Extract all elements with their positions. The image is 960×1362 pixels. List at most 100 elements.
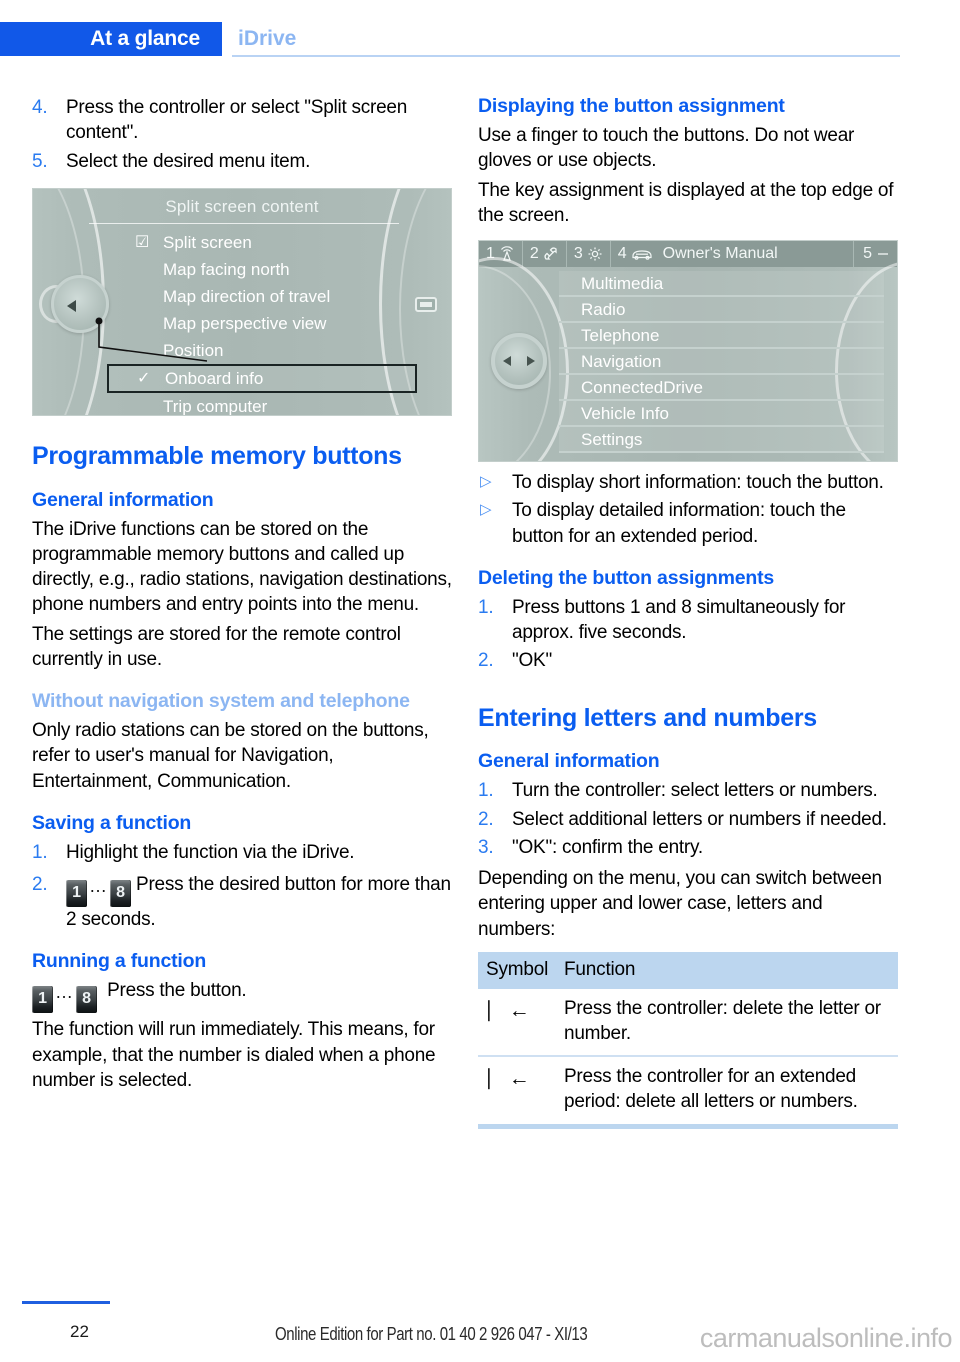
list-item: 4. Press the controller or select "Split… [32,95,452,146]
page-title: Programmable memory buttons [32,441,402,470]
section-title-entering: Entering letters and numbers [478,703,817,732]
list-item: 1. Turn the controller: select letters o… [478,778,898,803]
paragraph: Only radio stations can be stored on the… [32,720,429,792]
check-icon: ✓ [137,369,151,387]
step-number: 2. [32,874,48,896]
footer-edition-text: Online Edition for Part no. 01 40 2 926 … [275,1323,588,1345]
heading-without-navigation: Without navigation system and telephone [32,690,410,713]
ellipsis: … [55,982,74,1003]
key-assignment-4[interactable]: 4 Owner's Manual [611,241,855,268]
paragraph: The settings are stored for the remote c… [32,623,401,670]
list-item[interactable]: Map direction of travel [133,283,433,310]
list-item[interactable]: ConnectedDrive [559,375,884,402]
deleting-steps-list: 1. Press buttons 1 and 8 simultaneously … [478,595,898,674]
paragraph: The iDrive functions can be stored on th… [32,518,452,616]
column-header-symbol: Symbol [478,952,556,989]
list-item[interactable]: Vehicle Info [559,401,884,428]
manual-page: At a glance iDrive 4. Press the controll… [0,0,960,1362]
heading-displaying-button-assignment: Displaying the button assignment [478,95,785,117]
left-column: 4. Press the controller or select "Split… [32,95,452,1097]
step-number: 1. [478,596,494,618]
list-item: 2. 1… 8 Press the desired button for more… [32,872,452,932]
key-number: 2 [529,245,539,263]
list-item-selected[interactable]: ✓ Onboard info [107,363,417,393]
table-header-row: Symbol Function [478,952,898,989]
menu-item-label: Map facing north [163,259,290,279]
menu-item-label: Split screen [163,232,252,252]
bullet-text: To display short information: touch the … [512,472,884,494]
heading-deleting-button-assignments: Deleting the button assignments [478,566,775,589]
key-assignment-label: Owner's Manual [662,245,778,263]
key-assignment-5[interactable]: 5 [854,241,897,267]
list-item[interactable]: Trip computer [133,393,433,416]
memory-button-8-icon: 8 [76,986,97,1014]
bullet-text: To display detailed information: touch t… [512,500,846,547]
key-number: 5 [863,245,872,263]
continued-steps-list: 4. Press the controller or select "Split… [32,95,452,174]
step-number: 4. [32,97,48,118]
memory-button-1-icon: 1 [66,880,87,908]
gear-icon [587,246,603,262]
right-column: Displaying the button assignment Use a f… [478,95,898,1129]
list-item[interactable]: Position [133,337,433,364]
memory-button-range: 1… 8 [66,874,136,908]
key-assignment-2[interactable]: 2 [523,241,567,268]
step-text: Press buttons 1 and 8 simultaneously for… [512,596,846,644]
list-item[interactable]: Multimedia [559,271,884,298]
main-menu-list: Multimedia Radio Telephone Navigation Co… [559,271,884,454]
table-cell-function: Press the controller: delete the letter … [556,989,898,1058]
list-item: ▷ To display short information: touch th… [478,470,898,495]
header-divider [232,55,900,57]
controller-knob-icon[interactable] [491,333,547,390]
list-item[interactable]: Map perspective view [133,310,433,337]
page-header: At a glance iDrive [0,22,960,58]
watermark: carmanualsonline.info [699,1323,953,1353]
controller-knob-icon[interactable] [51,274,109,333]
paragraph: The key assignment is displayed at the t… [478,179,894,226]
list-item: 1. Press buttons 1 and 8 simultaneously … [478,595,898,646]
menu-item-label: Trip computer [163,396,268,416]
list-item: 3. "OK": confirm the entry. [478,835,898,860]
checkbox-empty-icon: ☑ [135,233,150,251]
table-row: ⎸← Press the controller: delete the lett… [478,989,898,1058]
column-header-function: Function [556,952,898,989]
entering-steps-list: 1. Turn the controller: select letters o… [478,778,898,860]
memory-button-range: 1… 8 [32,980,102,1014]
key-assignment-bar: 1 2 3 4 Owner's Manual 5 [479,241,897,268]
heading-saving-a-function: Saving a function [32,811,192,834]
list-item: 2. Select additional letters or numbers … [478,807,898,832]
menu-item-label: Map direction of travel [163,286,331,306]
arrow-right-icon [527,356,535,367]
list-item[interactable]: ☑ Split screen [133,229,433,256]
paragraph: Depending on the menu, you can switch be… [478,868,882,940]
arrow-left-icon [503,356,511,367]
chapter-tab: At a glance [0,22,222,56]
page-number: 22 [70,1322,89,1341]
triangle-bullet-icon: ▷ [480,473,492,491]
list-item[interactable]: Settings [559,427,884,454]
ellipsis: … [89,876,108,897]
list-item[interactable]: Map facing north [133,256,433,283]
memory-button-1-icon: 1 [32,986,53,1014]
heading-running-a-function: Running a function [32,950,207,973]
paragraph: Use a finger to touch the buttons. Do no… [478,125,855,172]
list-item: 1. Highlight the function via the iDrive… [32,840,452,865]
step-text: "OK" [512,650,552,672]
heading-general-information: General information [478,750,660,773]
list-item[interactable]: Telephone [559,323,884,350]
table-cell-function: Press the controller for an extended per… [564,1066,858,1113]
display-toggle-icon [415,296,437,312]
paragraph: 1… 8 Press the button. [32,978,452,1014]
menu-item-label: Onboard info [165,368,264,388]
phone-handset-icon [543,246,559,262]
key-number: 4 [617,245,627,263]
step-number: 5. [32,150,48,172]
triangle-bullet-icon: ▷ [480,501,492,519]
list-item[interactable]: Navigation [559,349,884,376]
dash-icon [876,247,890,261]
symbol-function-table: Symbol Function ⎸← Press the controller:… [478,952,898,1124]
section-label: iDrive [238,27,297,50]
table-bottom-divider [478,1123,898,1129]
key-assignment-3[interactable]: 3 [567,241,611,268]
list-item[interactable]: Radio [559,297,884,324]
